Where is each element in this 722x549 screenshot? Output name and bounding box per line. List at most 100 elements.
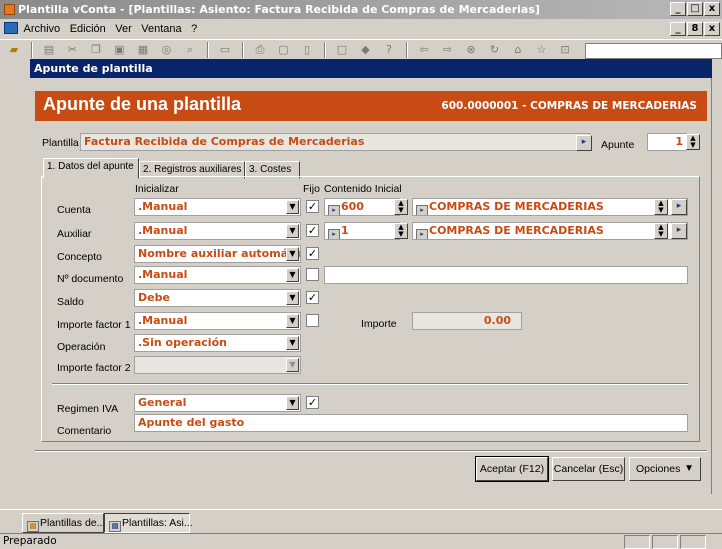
- cuenta-lookup-button[interactable]: ▸: [671, 199, 687, 215]
- regimen-init-select[interactable]: General: [134, 394, 301, 412]
- task-plantillas-asiento[interactable]: ▤ Plantillas: Asi...: [104, 513, 193, 533]
- cuenta-init-select[interactable]: .Manual: [134, 198, 301, 216]
- saldo-label: Saldo: [57, 296, 84, 308]
- chevron-down-icon[interactable]: ▼: [286, 396, 299, 410]
- window-icon[interactable]: □: [334, 42, 350, 58]
- dialog-title: Apunte de plantilla: [34, 62, 153, 75]
- documento-content-field[interactable]: [324, 266, 688, 284]
- apunte-spinner[interactable]: ▲ ▼: [686, 134, 700, 150]
- plantilla-lookup-button[interactable]: ▸: [576, 135, 592, 151]
- back-arrow-icon[interactable]: ⇦: [416, 42, 432, 58]
- paste-icon[interactable]: ▣: [112, 42, 128, 58]
- refresh-icon[interactable]: ↻: [487, 42, 503, 58]
- lookup-icon: ▸: [416, 205, 428, 215]
- lookup-icon: ▸: [328, 205, 340, 215]
- address-input[interactable]: [585, 43, 722, 59]
- diamond-icon[interactable]: ◆: [358, 42, 374, 58]
- cuenta-desc-field[interactable]: ▸ COMPRAS DE MERCADERIAS: [412, 198, 688, 216]
- cuenta-fijo-checkbox[interactable]: ✓: [306, 200, 319, 213]
- print-icon[interactable]: ▭: [217, 42, 233, 58]
- chevron-down-icon[interactable]: ▼: [286, 224, 299, 238]
- task-label: Plantillas de...: [40, 517, 106, 529]
- auxiliar-code-field[interactable]: ▸ 1: [324, 222, 400, 240]
- toolbar-separator: [405, 42, 408, 58]
- chevron-down-icon: ▼: [684, 463, 694, 474]
- menu-ver[interactable]: Ver: [115, 19, 132, 39]
- plantilla-label: Plantilla: [42, 137, 79, 149]
- forward-arrow-icon[interactable]: ⇨: [440, 42, 456, 58]
- auxiliar-fijo-checkbox[interactable]: ✓: [306, 224, 319, 237]
- task-plantillas[interactable]: ▤ Plantillas de...: [22, 513, 106, 533]
- auxiliar-init-select[interactable]: .Manual: [134, 222, 301, 240]
- importe-label: Importe: [361, 318, 397, 330]
- col-contenido: Contenido Inicial: [324, 183, 402, 195]
- apunte-field[interactable]: 1: [647, 133, 687, 151]
- chevron-down-icon[interactable]: ▼: [286, 336, 299, 350]
- printer-icon[interactable]: ⎙: [252, 42, 268, 58]
- app-title: Plantilla vConta - [Plantillas: Asiento:…: [18, 3, 540, 16]
- regimen-fijo-checkbox[interactable]: ✓: [306, 396, 319, 409]
- aceptar-button[interactable]: Aceptar (F12): [475, 456, 549, 482]
- operacion-label: Operación: [57, 341, 106, 353]
- chevron-down-icon[interactable]: ▼: [286, 268, 299, 282]
- favorites-icon[interactable]: ☆: [534, 42, 550, 58]
- table-icon[interactable]: ▦: [135, 42, 151, 58]
- lookup-icon: ▸: [328, 229, 340, 239]
- documento-label: Nº documento: [57, 273, 124, 285]
- chevron-down-icon[interactable]: ▼: [286, 314, 299, 328]
- menu-edicion[interactable]: Edición: [70, 19, 106, 39]
- mdi-restore-button[interactable]: 8: [687, 22, 703, 36]
- chevron-down-icon: ▼: [286, 358, 299, 372]
- concepto-fijo-checkbox[interactable]: ✓: [306, 247, 319, 260]
- status-text: Preparado: [3, 535, 57, 547]
- auxiliar-desc-spinner[interactable]: ▲ ▼: [654, 223, 668, 239]
- tab-datos-apunte[interactable]: 1. Datos del apunte: [43, 158, 139, 179]
- chevron-down-icon[interactable]: ▼: [286, 200, 299, 214]
- operacion-init-select[interactable]: .Sin operación: [134, 334, 301, 352]
- cut-icon[interactable]: ✂: [65, 42, 81, 58]
- chevron-down-icon[interactable]: ▼: [286, 291, 299, 305]
- toolbar-separator: [323, 42, 326, 58]
- cuenta-code-field[interactable]: ▸ 600: [324, 198, 400, 216]
- new-icon[interactable]: ▤: [41, 42, 57, 58]
- opciones-button[interactable]: Opciones ▼: [629, 457, 701, 481]
- minimize-button[interactable]: _: [670, 2, 686, 16]
- maximize-button[interactable]: □: [687, 2, 703, 16]
- chevron-down-icon[interactable]: ▼: [286, 247, 299, 261]
- documento-init-select[interactable]: .Manual: [134, 266, 301, 284]
- cuenta-desc-spinner[interactable]: ▲ ▼: [654, 199, 668, 215]
- auxiliar-spinner[interactable]: ▲ ▼: [394, 223, 408, 239]
- open-folder-icon[interactable]: ▰: [6, 42, 22, 58]
- mdi-close-button[interactable]: x: [704, 22, 720, 36]
- cancelar-button[interactable]: Cancelar (Esc): [552, 457, 625, 481]
- importe1-fijo-checkbox[interactable]: [306, 314, 319, 327]
- mdi-minimize-button[interactable]: _: [670, 22, 686, 36]
- menu-ventana[interactable]: Ventana: [141, 19, 181, 39]
- documento-fijo-checkbox[interactable]: [306, 268, 319, 281]
- help-icon[interactable]: ?: [381, 42, 397, 58]
- page-icon[interactable]: ▯: [299, 42, 315, 58]
- document-icon[interactable]: [4, 22, 18, 34]
- importe1-init-select[interactable]: .Manual: [134, 312, 301, 330]
- concepto-init-select[interactable]: Nombre auxiliar automático: [134, 245, 301, 263]
- copy-icon[interactable]: ❐: [88, 42, 104, 58]
- search-icon[interactable]: ⌕: [182, 42, 198, 58]
- cuenta-spinner[interactable]: ▲ ▼: [394, 199, 408, 215]
- status-pane: [680, 535, 706, 549]
- menu-archivo[interactable]: Archivo: [24, 19, 61, 39]
- comentario-field[interactable]: Apunte del gasto: [134, 414, 688, 432]
- form-icon: ▤: [109, 521, 121, 532]
- link-icon[interactable]: ⊡: [557, 42, 573, 58]
- home-icon[interactable]: ⌂: [510, 42, 526, 58]
- saldo-init-select[interactable]: Debe: [134, 289, 301, 307]
- stop-icon[interactable]: ⊗: [463, 42, 479, 58]
- binoculars-icon[interactable]: ◎: [159, 42, 175, 58]
- menu-help[interactable]: ?: [191, 19, 197, 39]
- saldo-fijo-checkbox[interactable]: ✓: [306, 291, 319, 304]
- button-divider: [35, 450, 707, 452]
- auxiliar-desc-field[interactable]: ▸ COMPRAS DE MERCADERIAS: [412, 222, 688, 240]
- auxiliar-lookup-button[interactable]: ▸: [671, 223, 687, 239]
- preview-icon[interactable]: ▢: [276, 42, 292, 58]
- toolbar-separator: [241, 42, 244, 58]
- close-button[interactable]: x: [704, 2, 720, 16]
